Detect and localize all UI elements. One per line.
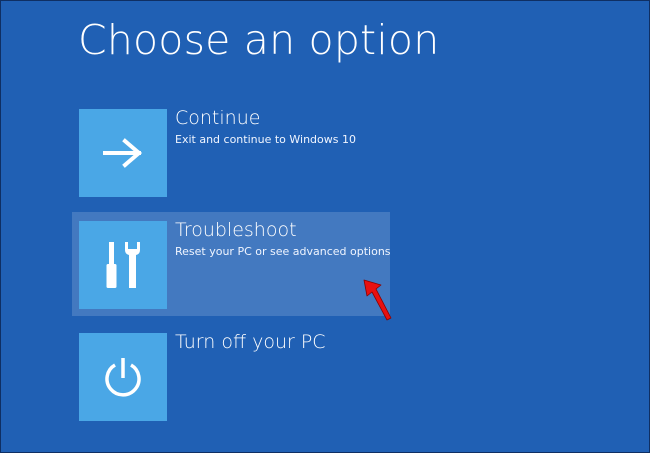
option-turn-off-title: Turn off your PC	[175, 331, 326, 353]
arrow-right-icon	[103, 138, 143, 168]
troubleshoot-tile	[79, 221, 167, 309]
continue-tile	[79, 109, 167, 197]
option-continue-description: Exit and continue to Windows 10	[175, 133, 356, 146]
tools-icon	[106, 242, 140, 288]
page-title: Choose an option	[78, 16, 440, 64]
option-troubleshoot-title: Troubleshoot	[175, 219, 297, 241]
power-icon	[105, 358, 141, 397]
option-continue-title: Continue	[175, 107, 261, 129]
option-troubleshoot-description: Reset your PC or see advanced options	[175, 245, 391, 258]
turn-off-tile	[79, 333, 167, 421]
option-turn-off[interactable]: Turn off your PC	[72, 331, 390, 436]
option-continue[interactable]: Continue Exit and continue to Windows 10	[72, 107, 390, 212]
annotation-arrow-icon	[363, 279, 392, 321]
option-troubleshoot[interactable]: Troubleshoot Reset your PC or see advanc…	[72, 212, 391, 316]
